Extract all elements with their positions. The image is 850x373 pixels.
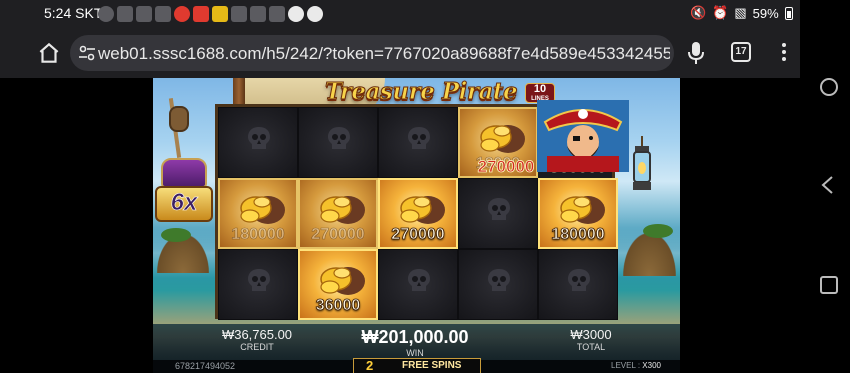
reel-cell-coin: 270000: [378, 178, 458, 249]
alarm-icon: ⏰: [712, 5, 729, 20]
reel-cell-coin: 36000: [298, 249, 378, 320]
total-value: ₩3000: [570, 327, 612, 342]
mute-icon: 🔇: [690, 5, 707, 20]
pay-icon: [155, 6, 171, 22]
game-round-id: 678217494052: [175, 361, 236, 371]
signal-icon: ▧: [734, 5, 747, 20]
palm-icon: [161, 228, 191, 242]
gold-coins-icon: [240, 196, 285, 224]
tab-switcher-button[interactable]: 17: [731, 42, 751, 62]
multiplier-value: 6x: [170, 189, 198, 217]
reel-cell-coin: 270000: [298, 178, 378, 249]
reel-cell-coin: 18000 270000: [458, 107, 538, 178]
skull-icon: [408, 127, 430, 149]
gold-coins-icon: [400, 196, 445, 224]
reel-cell-skull: [538, 249, 618, 320]
level-indicator: LEVEL : X300: [611, 361, 661, 370]
gold-coins-icon: [560, 196, 605, 224]
url-text[interactable]: web01.sssc1688.com/h5/242/?token=7767020…: [98, 44, 670, 64]
skull-icon: [488, 198, 510, 220]
skull-icon: [408, 269, 430, 291]
free-spins-indicator: 2 FREE SPINS: [353, 358, 481, 373]
win-stat: ₩201,000.00 WIN: [350, 327, 480, 358]
nav-circle-icon[interactable]: [820, 78, 838, 96]
slot-game: Treasure Pirate 10 LINES 6x 180000 270000…: [153, 78, 680, 373]
browser-toolbar: web01.sssc1688.com/h5/242/?token=7767020…: [0, 28, 800, 78]
reel-cell-skull: [458, 178, 538, 249]
win-label: WIN: [406, 348, 424, 358]
home-icon[interactable]: [36, 40, 62, 66]
free-spins-count: 2: [366, 358, 374, 373]
treasure-chest-icon: [161, 158, 207, 188]
skull-icon: [568, 269, 590, 291]
coin-value: 180000: [231, 226, 285, 244]
lantern-icon: [633, 136, 651, 190]
status-bar: 5:24 SKT 🔇 ⏰ ▧ 59%: [0, 0, 800, 28]
status-time: 5:24 SKT: [44, 5, 103, 21]
talk-icon: [98, 6, 114, 22]
skull-icon: [328, 127, 350, 149]
battery-percent: 59%: [752, 5, 779, 21]
reel-cell-skull: [378, 107, 458, 178]
gold-coins-icon: [320, 267, 365, 295]
coin-value: 180000: [551, 226, 605, 244]
level-value: X300: [642, 361, 661, 370]
youtube-icon: [193, 6, 209, 22]
coin-value: 270000: [311, 226, 365, 244]
coin-value: 270000: [391, 226, 445, 244]
info-icon: [117, 6, 133, 22]
reel-cell-skull: [218, 249, 298, 320]
credit-stat: ₩36,765.00 CREDIT: [217, 327, 297, 352]
reel-cell-skull: [298, 107, 378, 178]
microphone-icon[interactable]: [686, 41, 706, 65]
reel-cell-skull: [378, 249, 458, 320]
coin-overlay-value: 270000: [477, 157, 535, 176]
reel-cell-coin: 180000: [538, 178, 618, 249]
reel-cell-coin: 180000: [218, 178, 298, 249]
credit-value: ₩36,765.00: [221, 327, 293, 342]
credit-label: CREDIT: [240, 342, 274, 352]
boost-icon: [250, 6, 266, 22]
total-label: TOTAL: [576, 342, 606, 352]
gold-coins-icon: [480, 125, 525, 153]
notification-icons: [98, 6, 323, 22]
battery-icon: [784, 6, 793, 20]
win-value: ₩201,000.00: [361, 327, 469, 347]
chrome-icon: [288, 6, 304, 22]
nav-back-icon[interactable]: [818, 175, 838, 195]
blade-icon: [231, 6, 247, 22]
skull-icon: [488, 269, 510, 291]
status-right: 🔇 ⏰ ▧ 59%: [690, 5, 793, 21]
coin-value: 36000: [315, 297, 361, 315]
pirate-captain-icon: [537, 100, 629, 172]
total-stat: ₩3000 TOTAL: [561, 327, 621, 352]
level-label: LEVEL :: [611, 361, 641, 370]
skull-icon: [248, 127, 270, 149]
kakao-icon: [212, 6, 228, 22]
reel-cell-skull: [218, 107, 298, 178]
digilock-icon: [136, 6, 152, 22]
palm-icon: [643, 224, 673, 238]
reel-cell-skull: [458, 249, 538, 320]
gold-coins-icon: [320, 196, 365, 224]
touch-icon: [269, 6, 285, 22]
more-menu-icon[interactable]: [781, 43, 787, 63]
multiplier-badge: 6x: [155, 186, 213, 222]
skull-icon: [248, 269, 270, 291]
address-bar[interactable]: web01.sssc1688.com/h5/242/?token=7767020…: [70, 35, 674, 71]
site-settings-icon[interactable]: [78, 45, 96, 61]
pulley-icon: [169, 106, 189, 132]
nav-square-icon[interactable]: [820, 276, 838, 294]
lines-number: 10: [533, 83, 547, 95]
dots-icon: [307, 6, 323, 22]
free-spins-label: FREE SPINS: [402, 360, 462, 371]
record-icon: [174, 6, 190, 22]
